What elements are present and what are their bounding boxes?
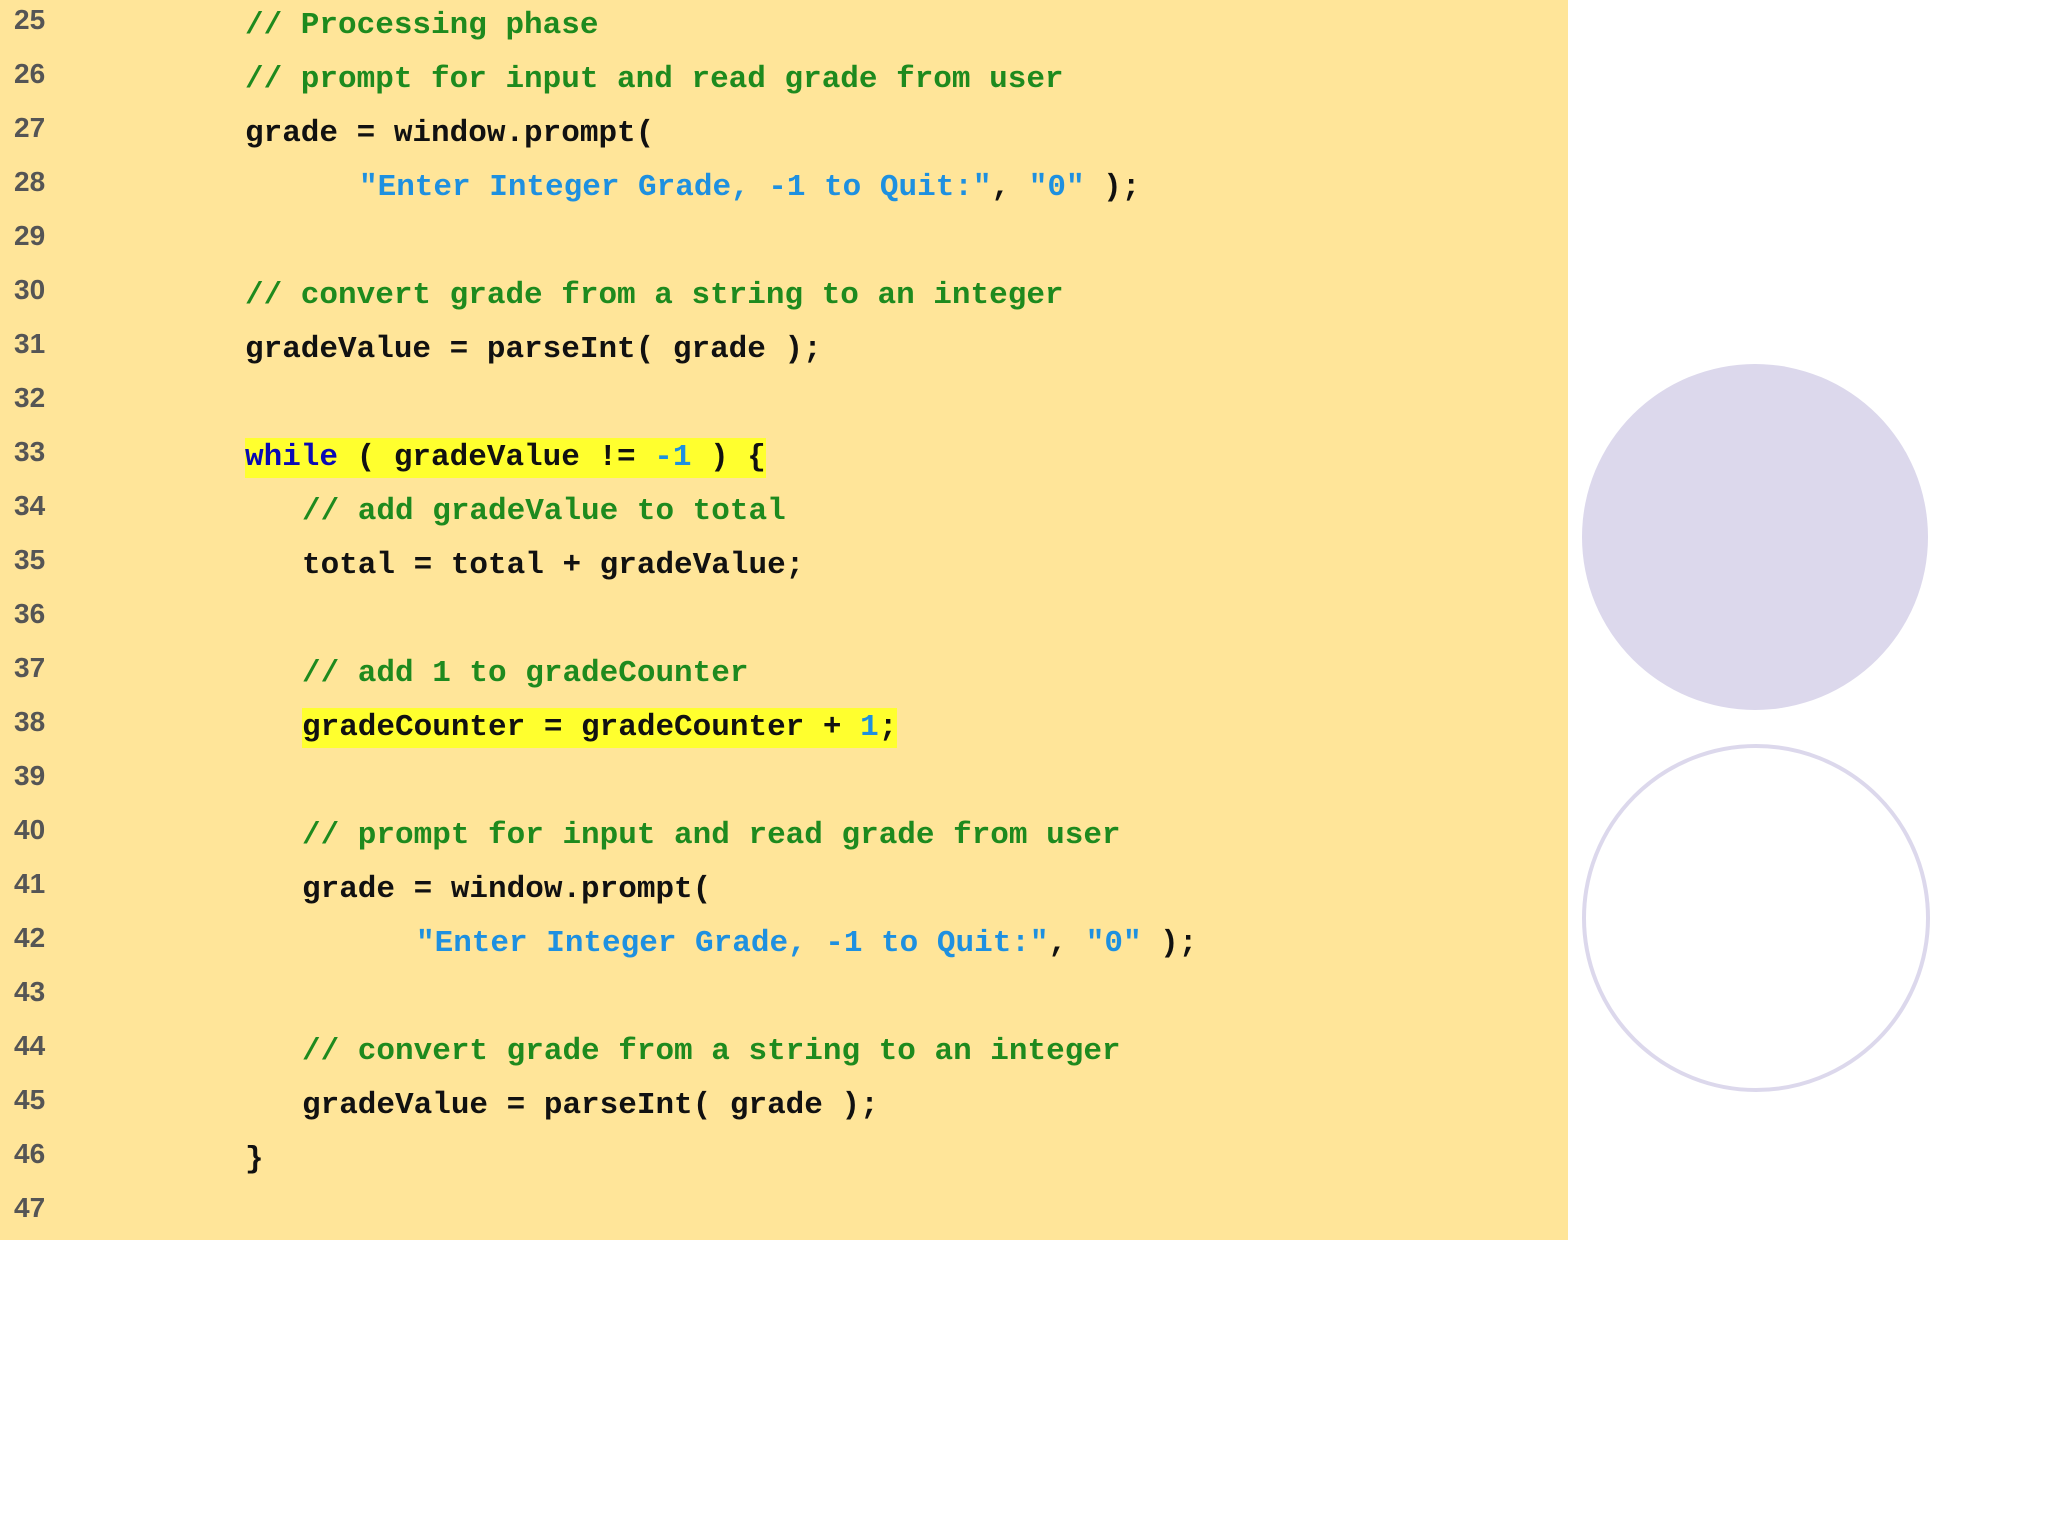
code-text: // convert grade from a string to an int… xyxy=(245,276,1064,316)
code-text: // Processing phase xyxy=(245,6,598,46)
line-number: 45 xyxy=(14,1084,46,1115)
code-line: 38 gradeCounter = gradeCounter + 1; xyxy=(0,704,1568,758)
line-number: 36 xyxy=(14,598,46,629)
line-number: 46 xyxy=(14,1138,46,1169)
code-text: // prompt for input and read grade from … xyxy=(302,816,1121,856)
code-text: grade = window.prompt( xyxy=(245,114,654,154)
line-number: 35 xyxy=(14,544,46,575)
code-line: 26 // prompt for input and read grade fro… xyxy=(0,56,1568,110)
decorative-outline-circle xyxy=(1582,744,1930,1092)
code-token-comment: // add 1 to gradeCounter xyxy=(302,656,749,691)
code-text: // add gradeValue to total xyxy=(302,492,786,532)
line-number: 28 xyxy=(14,166,46,197)
code-text: gradeValue = parseInt( grade ); xyxy=(302,1086,879,1126)
code-line: 30 // convert grade from a string to an i… xyxy=(0,272,1568,326)
code-line: 41 grade = window.prompt( xyxy=(0,866,1568,920)
line-number: 38 xyxy=(14,706,46,737)
code-line: 31 gradeValue = parseInt( grade ); xyxy=(0,326,1568,380)
code-line: 27 grade = window.prompt( xyxy=(0,110,1568,164)
code-token-comment: // prompt for input and read grade from … xyxy=(302,818,1121,853)
line-number: 31 xyxy=(14,328,46,359)
code-token-plain: gradeValue = parseInt( grade ); xyxy=(245,332,822,367)
line-number: 47 xyxy=(14,1192,46,1223)
line-number: 34 xyxy=(14,490,46,521)
line-number: 41 xyxy=(14,868,46,899)
line-number: 33 xyxy=(14,436,46,467)
code-token-plain: ) { xyxy=(691,440,766,475)
code-line: 29 xyxy=(0,218,1568,272)
code-text: total = total + gradeValue; xyxy=(302,546,804,586)
code-line: 43 xyxy=(0,974,1568,1028)
code-token-comment: // convert grade from a string to an int… xyxy=(245,278,1064,313)
code-token-string: "Enter Integer Grade, -1 to Quit:" xyxy=(416,926,1049,961)
code-text: // add 1 to gradeCounter xyxy=(302,654,748,694)
code-text: // prompt for input and read grade from … xyxy=(245,60,1064,100)
code-token-plain: ); xyxy=(1084,170,1141,205)
code-line: 33 while ( gradeValue != -1 ) { xyxy=(0,434,1568,488)
code-token-plain: ; xyxy=(878,710,898,745)
line-number: 40 xyxy=(14,814,46,845)
code-line: 44 // convert grade from a string to an i… xyxy=(0,1028,1568,1082)
line-number: 43 xyxy=(14,976,46,1007)
code-token-keyword: while xyxy=(245,440,339,475)
code-token-plain: gradeValue = parseInt( grade ); xyxy=(302,1088,879,1123)
code-line: 45 gradeValue = parseInt( grade ); xyxy=(0,1082,1568,1136)
code-token-plain: , xyxy=(1048,926,1086,961)
code-line: 34 // add gradeValue to total xyxy=(0,488,1568,542)
line-number: 27 xyxy=(14,112,46,143)
code-line: 35 total = total + gradeValue; xyxy=(0,542,1568,596)
code-line: 36 xyxy=(0,596,1568,650)
code-token-plain: grade = window.prompt( xyxy=(302,872,712,907)
code-token-plain: total = total + gradeValue; xyxy=(302,548,805,583)
line-number: 25 xyxy=(14,4,46,35)
code-token-comment: // prompt for input and read grade from … xyxy=(245,62,1064,97)
code-line: 32 xyxy=(0,380,1568,434)
code-token-plain: ( gradeValue != xyxy=(338,440,655,475)
code-token-plain: grade = window.prompt( xyxy=(245,116,655,151)
code-line: 47 xyxy=(0,1190,1568,1244)
code-token-string: "Enter Integer Grade, -1 to Quit:" xyxy=(359,170,992,205)
code-line: 42 "Enter Integer Grade, -1 to Quit:", "0… xyxy=(0,920,1568,974)
code-text: gradeValue = parseInt( grade ); xyxy=(245,330,822,370)
code-text: grade = window.prompt( xyxy=(302,870,711,910)
code-panel: 25 // Processing phase 26 // prompt for inp… xyxy=(0,0,1568,1240)
line-number: 30 xyxy=(14,274,46,305)
line-number: 32 xyxy=(14,382,46,413)
code-token-comment: // add gradeValue to total xyxy=(302,494,786,529)
line-number: 29 xyxy=(14,220,46,251)
line-number: 42 xyxy=(14,922,46,953)
line-number: 26 xyxy=(14,58,46,89)
code-text: "Enter Integer Grade, -1 to Quit:", "0" … xyxy=(359,168,1140,208)
code-token-plain: } xyxy=(245,1142,264,1177)
code-text: // convert grade from a string to an int… xyxy=(302,1032,1121,1072)
code-token-string: "0" xyxy=(1085,926,1142,961)
code-token-string: "0" xyxy=(1028,170,1085,205)
code-line: 46} xyxy=(0,1136,1568,1190)
line-number: 44 xyxy=(14,1030,46,1061)
code-token-plain: gradeCounter = gradeCounter + xyxy=(302,710,861,745)
line-number: 37 xyxy=(14,652,46,683)
code-line: 25 // Processing phase xyxy=(0,2,1568,56)
code-token-number: -1 xyxy=(654,440,692,475)
code-token-comment: // Processing phase xyxy=(245,8,599,43)
code-token-plain: , xyxy=(991,170,1029,205)
code-line: 37 // add 1 to gradeCounter xyxy=(0,650,1568,704)
highlighted-code-text: while ( gradeValue != -1 ) { xyxy=(245,438,766,478)
highlighted-code-text: gradeCounter = gradeCounter + 1; xyxy=(302,708,898,748)
code-text: "Enter Integer Grade, -1 to Quit:", "0" … xyxy=(416,924,1197,964)
code-line: 39 xyxy=(0,758,1568,812)
code-token-plain: ); xyxy=(1141,926,1198,961)
code-text: } xyxy=(245,1140,264,1180)
code-line: 40 // prompt for input and read grade fro… xyxy=(0,812,1568,866)
code-token-number: 1 xyxy=(860,710,879,745)
decorative-filled-circle xyxy=(1582,364,1928,710)
code-line: 28 "Enter Integer Grade, -1 to Quit:", "0… xyxy=(0,164,1568,218)
line-number: 39 xyxy=(14,760,46,791)
code-token-comment: // convert grade from a string to an int… xyxy=(302,1034,1121,1069)
